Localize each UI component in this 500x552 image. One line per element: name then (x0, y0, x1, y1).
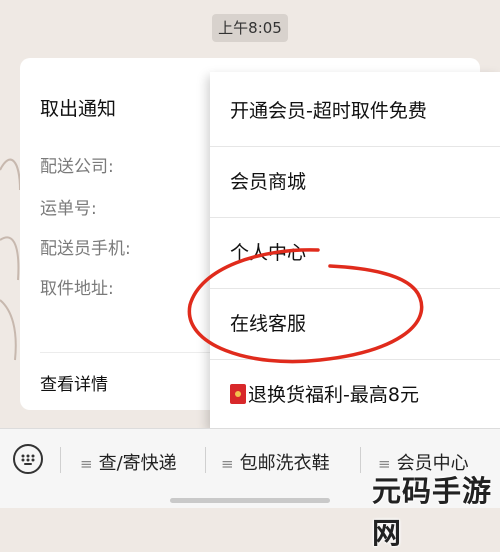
bar-divider (60, 447, 61, 473)
field-tracking-number: 运单号: (40, 199, 97, 219)
menu-item-label: 个人中心 (230, 242, 307, 264)
bar-item-express[interactable]: ≡ 查/寄快递 (80, 449, 177, 475)
home-indicator (170, 498, 330, 503)
popup-menu: 开通会员-超时取件免费 会员商城 个人中心 在线客服 退换货福利-最高8元 (210, 72, 500, 428)
bar-divider (360, 447, 361, 473)
bar-item-label: 包邮洗衣鞋 (239, 453, 330, 474)
message-timestamp: 上午8:05 (212, 14, 288, 42)
menu-item-label: 开通会员-超时取件免费 (230, 100, 427, 122)
field-courier-phone: 配送员手机: (40, 239, 131, 259)
card-title: 取出通知 (40, 98, 117, 120)
view-details-link[interactable]: 查看详情 (40, 370, 108, 395)
keyboard-icon[interactable] (13, 444, 43, 474)
menu-item-label: 在线客服 (230, 313, 307, 335)
menu-item-return-benefits[interactable]: 退换货福利-最高8元 (210, 360, 500, 430)
menu-lines-icon: ≡ (221, 455, 234, 473)
red-packet-icon (230, 384, 246, 404)
menu-item-personal-center[interactable]: 个人中心 (210, 218, 500, 288)
site-watermark: 元码手游网 (372, 474, 493, 550)
menu-item-label: 会员商城 (230, 171, 307, 193)
bar-divider (205, 447, 206, 473)
menu-item-label: 退换货福利-最高8元 (248, 384, 419, 406)
bar-item-label: 查/寄快递 (98, 453, 177, 474)
menu-item-member-mall[interactable]: 会员商城 (210, 147, 500, 217)
field-courier-company: 配送公司: (40, 157, 114, 177)
field-pickup-address: 取件地址: (40, 279, 114, 299)
menu-item-online-service[interactable]: 在线客服 (210, 289, 500, 359)
bar-item-laundry[interactable]: ≡ 包邮洗衣鞋 (221, 449, 330, 475)
menu-lines-icon: ≡ (80, 455, 93, 473)
menu-item-open-membership[interactable]: 开通会员-超时取件免费 (210, 76, 500, 146)
